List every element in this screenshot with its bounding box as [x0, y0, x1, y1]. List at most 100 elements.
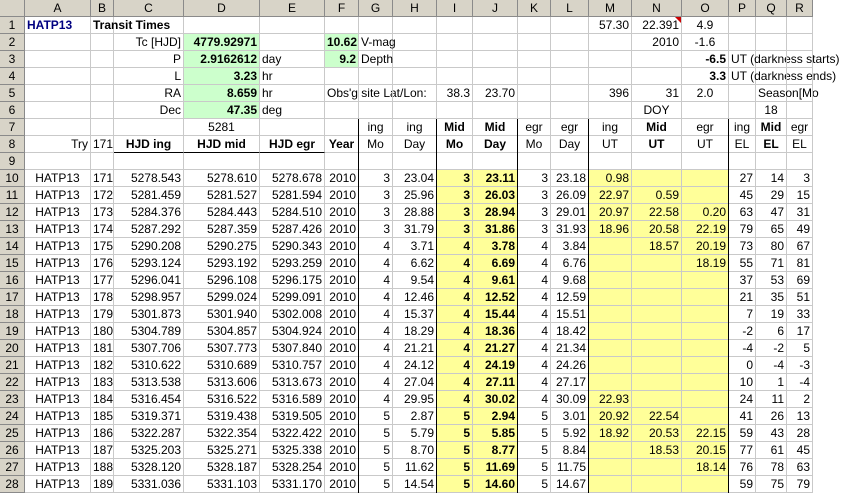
cell-h26[interactable]: 8.70: [393, 442, 437, 459]
cell-g26[interactable]: 5: [359, 442, 393, 459]
cell-k16[interactable]: 4: [518, 272, 551, 289]
cell-i28[interactable]: 5: [437, 476, 473, 493]
cell-h3[interactable]: [393, 51, 437, 68]
cell-o20[interactable]: [682, 340, 729, 357]
cell-r8[interactable]: EL: [787, 136, 813, 153]
cell-f15[interactable]: 2010: [325, 255, 359, 272]
cell-b5[interactable]: [91, 85, 114, 102]
cell-c17[interactable]: 5298.957: [114, 289, 184, 306]
cell-p12[interactable]: 63: [729, 204, 756, 221]
cell-r5[interactable]: [787, 85, 813, 102]
cell-a26[interactable]: HATP13: [25, 442, 91, 459]
cell-a1[interactable]: HATP13: [25, 17, 91, 34]
cell-m25[interactable]: 18.92: [589, 425, 632, 442]
cell-d20[interactable]: 5307.773: [184, 340, 260, 357]
cell-m11[interactable]: 22.97: [589, 187, 632, 204]
column-header-f[interactable]: F: [325, 0, 359, 17]
cell-p3[interactable]: UT (darkness starts): [729, 51, 839, 68]
column-header-e[interactable]: E: [260, 0, 325, 17]
cell-j27[interactable]: 11.69: [473, 459, 518, 476]
cell-r17[interactable]: 51: [787, 289, 813, 306]
cell-h15[interactable]: 6.62: [393, 255, 437, 272]
cell-q25[interactable]: 43: [756, 425, 787, 442]
cell-o28[interactable]: [682, 476, 729, 493]
cell-e15[interactable]: 5293.259: [260, 255, 325, 272]
cell-g28[interactable]: 5: [359, 476, 393, 493]
cell-r22[interactable]: -4: [787, 374, 813, 391]
cell-e25[interactable]: 5322.422: [260, 425, 325, 442]
cell-q4[interactable]: [756, 68, 787, 85]
cell-c1[interactable]: [114, 17, 184, 34]
cell-o12[interactable]: 0.20: [682, 204, 729, 221]
cell-b17[interactable]: 178: [91, 289, 114, 306]
cell-n19[interactable]: [632, 323, 682, 340]
cell-d28[interactable]: 5331.103: [184, 476, 260, 493]
cell-i20[interactable]: 4: [437, 340, 473, 357]
cell-d16[interactable]: 5296.108: [184, 272, 260, 289]
cell-n26[interactable]: 18.53: [632, 442, 682, 459]
cell-m5[interactable]: 396: [589, 85, 632, 102]
cell-m2[interactable]: [589, 34, 632, 51]
cell-i1[interactable]: [437, 17, 473, 34]
cell-j16[interactable]: 9.61: [473, 272, 518, 289]
cell-j20[interactable]: 21.27: [473, 340, 518, 357]
cell-p1[interactable]: [729, 17, 756, 34]
cell-p9[interactable]: [729, 153, 756, 170]
cell-e19[interactable]: 5304.924: [260, 323, 325, 340]
cell-h24[interactable]: 2.87: [393, 408, 437, 425]
cell-n6[interactable]: DOY: [632, 102, 682, 119]
cell-k18[interactable]: 4: [518, 306, 551, 323]
cell-q28[interactable]: 75: [756, 476, 787, 493]
cell-j13[interactable]: 31.86: [473, 221, 518, 238]
cell-e2[interactable]: [260, 34, 325, 51]
cell-m28[interactable]: [589, 476, 632, 493]
cell-e27[interactable]: 5328.254: [260, 459, 325, 476]
cell-d12[interactable]: 5284.443: [184, 204, 260, 221]
cell-r21[interactable]: -3: [787, 357, 813, 374]
cell-m18[interactable]: [589, 306, 632, 323]
cell-c4[interactable]: L: [114, 68, 184, 85]
cell-a7[interactable]: [25, 119, 91, 136]
cell-l17[interactable]: 12.59: [551, 289, 589, 306]
row-header-3[interactable]: 3: [0, 51, 25, 68]
cell-j7[interactable]: Mid: [473, 119, 518, 136]
cell-a22[interactable]: HATP13: [25, 374, 91, 391]
cell-q21[interactable]: -4: [756, 357, 787, 374]
cell-m19[interactable]: [589, 323, 632, 340]
cell-i9[interactable]: [437, 153, 473, 170]
row-header-9[interactable]: 9: [0, 153, 25, 170]
cell-e9[interactable]: [260, 153, 325, 170]
cell-i16[interactable]: 4: [437, 272, 473, 289]
cell-q10[interactable]: 14: [756, 170, 787, 187]
cell-d1[interactable]: [184, 17, 260, 34]
cell-i2[interactable]: [437, 34, 473, 51]
cell-r1[interactable]: [787, 17, 813, 34]
row-header-25[interactable]: 25: [0, 425, 25, 442]
cell-n10[interactable]: [632, 170, 682, 187]
cell-p10[interactable]: 27: [729, 170, 756, 187]
cell-l7[interactable]: egr: [551, 119, 589, 136]
cell-n16[interactable]: [632, 272, 682, 289]
cell-r13[interactable]: 49: [787, 221, 813, 238]
cell-f23[interactable]: 2010: [325, 391, 359, 408]
cell-n20[interactable]: [632, 340, 682, 357]
cell-k23[interactable]: 4: [518, 391, 551, 408]
cell-j12[interactable]: 28.94: [473, 204, 518, 221]
row-header-12[interactable]: 12: [0, 204, 25, 221]
cell-m16[interactable]: [589, 272, 632, 289]
cell-n11[interactable]: 0.59: [632, 187, 682, 204]
cell-b20[interactable]: 181: [91, 340, 114, 357]
cell-m26[interactable]: [589, 442, 632, 459]
cell-e6[interactable]: deg: [260, 102, 325, 119]
cell-h23[interactable]: 29.95: [393, 391, 437, 408]
cell-b8[interactable]: 171: [91, 136, 114, 153]
cell-g9[interactable]: [359, 153, 393, 170]
cell-k9[interactable]: [518, 153, 551, 170]
cell-o9[interactable]: [682, 153, 729, 170]
cell-o15[interactable]: 18.19: [682, 255, 729, 272]
cell-q12[interactable]: 47: [756, 204, 787, 221]
cell-a8[interactable]: Try: [25, 136, 91, 153]
cell-k4[interactable]: [518, 68, 551, 85]
cell-k5[interactable]: [518, 85, 551, 102]
cell-e17[interactable]: 5299.091: [260, 289, 325, 306]
